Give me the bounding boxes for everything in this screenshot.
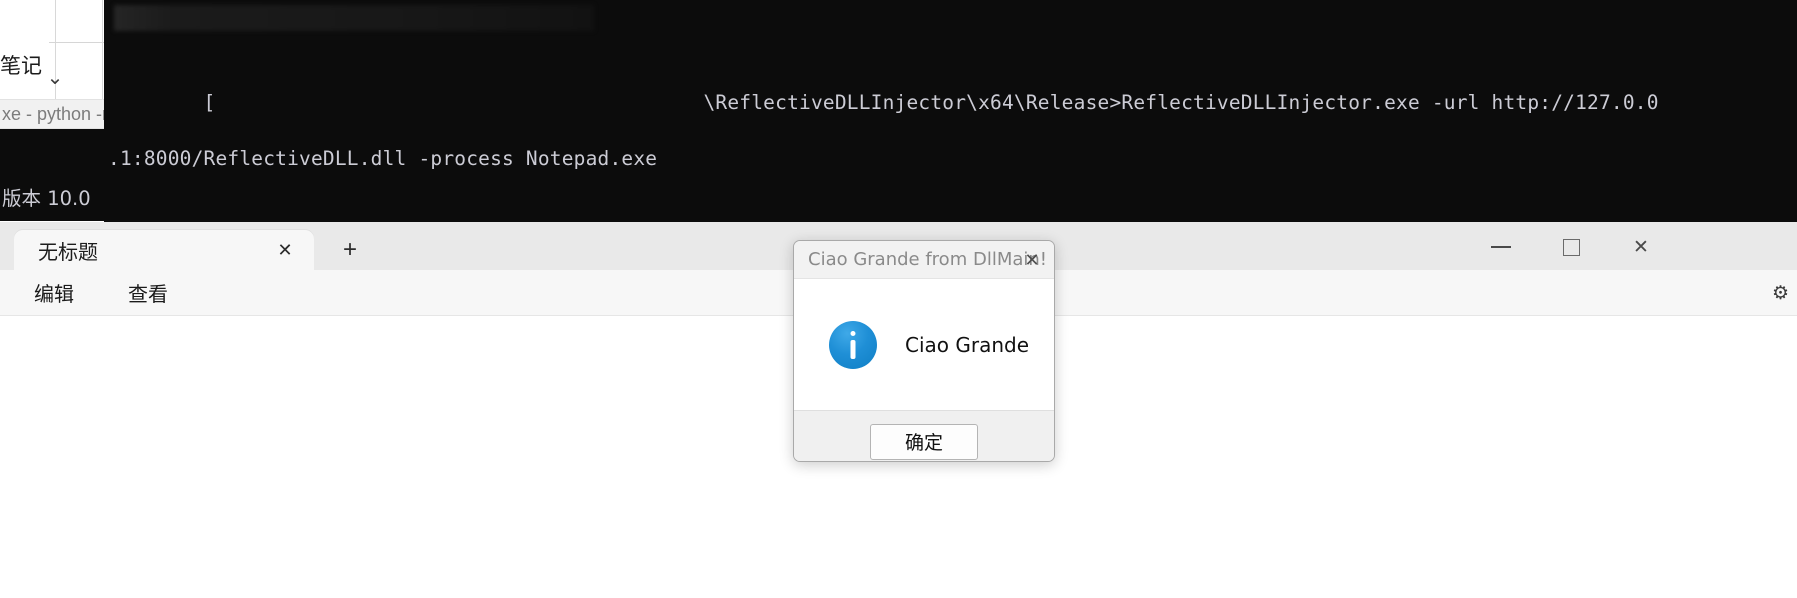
dialog-message: Ciao Grande (905, 332, 1030, 357)
close-icon: ✕ (1633, 236, 1649, 258)
dialog-close-icon[interactable]: ✕ (1016, 245, 1048, 275)
dialog-content: Ciao Grande (794, 279, 1054, 410)
menu-item-edit[interactable]: 编辑 (28, 274, 80, 311)
menu-item-view[interactable]: 查看 (122, 274, 174, 311)
console-window[interactable]: [ \ReflectiveDLLInjector\x64\Release>Refl… (104, 0, 1797, 222)
maximize-button[interactable] (1545, 228, 1597, 266)
left-note-label: 笔记 (0, 55, 42, 78)
dialog-titlebar[interactable]: Ciao Grande from DllMain! ✕ (794, 241, 1054, 279)
console-prompt-prefix: [ (203, 90, 216, 114)
close-button[interactable]: ✕ (1615, 228, 1667, 266)
background-console-fragment: 版本 10.0 ration。( (0, 129, 104, 221)
redacted-path-region (114, 5, 594, 31)
ok-button[interactable]: 确定 (870, 423, 978, 460)
settings-icon[interactable]: ⚙ (1772, 270, 1793, 316)
taskbar-item-label: xe - python -m (2, 103, 104, 124)
console-prompt-line: [ \ReflectiveDLLInjector\x64\Release>Refl… (108, 60, 1797, 114)
tab-close-icon[interactable]: ✕ (274, 239, 296, 261)
background-console-line: 版本 10.0 (2, 187, 91, 211)
left-panel-divider (49, 42, 105, 43)
taskbar-item-python[interactable]: xe - python -m (0, 99, 104, 129)
chevron-down-icon[interactable]: ⌄ (42, 65, 68, 91)
monitor-icon (72, 67, 104, 93)
console-line: .1:8000/ReflectiveDLL.dll -process Notep… (108, 147, 658, 170)
info-icon (829, 320, 877, 369)
console-prompt-tail: \ReflectiveDLLInjector\x64\Release>Refle… (703, 90, 1659, 114)
message-dialog[interactable]: Ciao Grande from DllMain! ✕ Ciao Grande … (793, 240, 1055, 462)
minimize-icon (1491, 246, 1511, 248)
maximize-icon (1562, 238, 1580, 256)
tab-label: 无标题 (38, 239, 98, 264)
dialog-title: Ciao Grande from DllMain! (808, 249, 1048, 270)
screen-root: 笔记 ⌄ xe - python -m 版本 10.0 ration。( [ \R… (0, 0, 1797, 598)
tab-untitled[interactable]: 无标题 ✕ (14, 230, 314, 270)
minimize-button[interactable] (1475, 228, 1527, 266)
new-tab-button[interactable]: + (330, 230, 370, 270)
console-output: [ \ReflectiveDLLInjector\x64\Release>Refl… (104, 0, 1797, 222)
dialog-footer: 确定 (794, 410, 1054, 461)
